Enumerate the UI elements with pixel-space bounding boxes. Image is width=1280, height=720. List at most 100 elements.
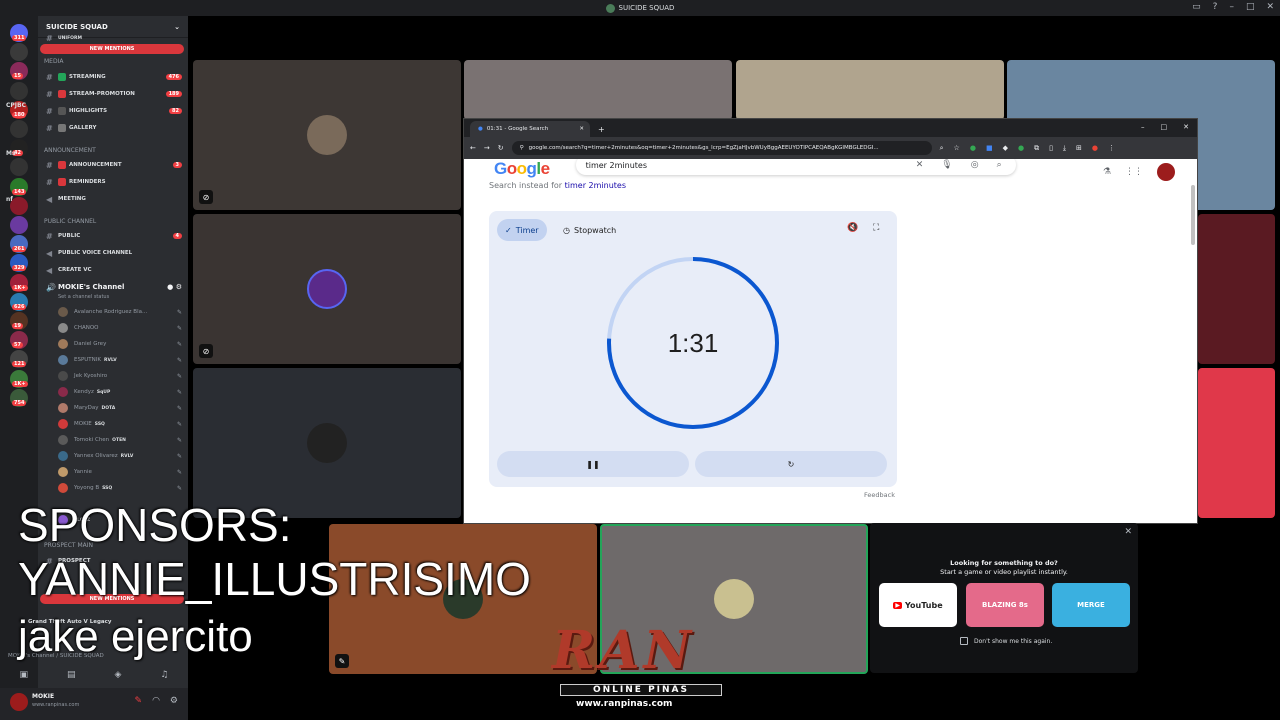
video-tile[interactable] — [193, 368, 461, 518]
channel-item[interactable]: # GALLERY — [46, 121, 182, 135]
reload-icon[interactable]: ↻ — [498, 144, 504, 152]
voice-user[interactable]: CHANOO ✎ — [58, 321, 182, 335]
video-tile[interactable] — [464, 60, 732, 120]
server-icon[interactable] — [10, 43, 28, 62]
channel-item[interactable]: # REMINDERS — [46, 175, 182, 189]
video-tile[interactable] — [736, 60, 1004, 120]
channel-uniform[interactable]: # UNIFORM — [46, 34, 182, 43]
profile-icon[interactable]: ● — [1092, 144, 1098, 153]
tab-timer[interactable]: ✓ Timer — [497, 219, 547, 241]
server-label[interactable]: CPJBC — [6, 102, 26, 109]
channel-item[interactable]: # STREAM-PROMOTION 189 — [46, 87, 182, 101]
video-tile[interactable] — [1198, 214, 1275, 364]
forward-icon[interactable]: → — [484, 144, 490, 152]
apps-icon[interactable]: ⋮⋮ — [1125, 167, 1143, 177]
server-icon[interactable] — [10, 81, 28, 100]
server-icon[interactable] — [10, 120, 28, 138]
voice-user[interactable]: MOKIE SSQ ✎ — [58, 417, 182, 431]
server-label[interactable]: nf — [6, 196, 13, 203]
tab-stopwatch[interactable]: ◷ Stopwatch — [555, 219, 624, 241]
grid-icon[interactable]: ⊞ — [1076, 144, 1082, 153]
game-card-blazing[interactable]: BLAZING 8s — [966, 583, 1044, 627]
game-card-merge[interactable]: MERGE — [1052, 583, 1130, 627]
screen-share-icon[interactable]: ▤ — [67, 670, 76, 680]
avatar[interactable] — [1157, 163, 1175, 181]
voice-user[interactable]: Yannex Olivarez RVLV ✎ — [58, 449, 182, 463]
extension-icon[interactable]: ● — [1018, 144, 1024, 153]
voice-user[interactable]: Tomoki Chen OTEN ✎ — [58, 433, 182, 447]
channel-item[interactable]: ◀ PUBLIC VOICE CHANNEL — [46, 246, 182, 260]
pause-button[interactable]: ❚❚ — [497, 451, 689, 477]
voice-user[interactable]: Kendyz SqUP ✎ — [58, 385, 182, 399]
soundboard-icon[interactable]: ♫ — [160, 670, 168, 680]
category-media[interactable]: MEDIA — [44, 58, 63, 65]
extension-icon[interactable]: ◆ — [1003, 144, 1008, 153]
server-icon[interactable] — [10, 158, 28, 177]
close-tab-icon[interactable]: ✕ — [579, 126, 584, 132]
channel-item[interactable]: # ANNOUNCEMENT 3 — [46, 158, 182, 172]
new-mentions-top[interactable]: NEW MENTIONS — [40, 44, 184, 54]
search-icon[interactable]: ⌕ — [997, 160, 1002, 170]
voice-user[interactable]: Avalanche Rodriguez Bla... ✎ — [58, 305, 182, 319]
extension-icon[interactable]: ■ — [986, 144, 993, 153]
camera-off-icon[interactable]: ▣ — [19, 670, 28, 680]
extension-icon[interactable]: ● — [970, 144, 976, 153]
puzzle-icon[interactable]: ⧉ — [1034, 144, 1039, 153]
channel-item[interactable]: ◀ CREATE VC — [46, 263, 182, 277]
sound-off-icon[interactable]: 🔇 — [847, 223, 858, 233]
scrollbar[interactable] — [1191, 185, 1195, 245]
voice-user[interactable]: Daniel Grey ✎ — [58, 337, 182, 351]
site-info-icon[interactable]: ⚲ — [520, 145, 524, 151]
google-logo[interactable]: Google — [494, 159, 550, 179]
back-icon[interactable]: ← — [470, 144, 476, 152]
search-box[interactable]: timer 2minutes ✕ 🎙 ◎ ⌕ — [576, 159, 1016, 175]
voice-user[interactable]: Yannie ✎ — [58, 465, 182, 479]
video-tile[interactable]: ⊘ — [193, 214, 461, 364]
voice-user[interactable]: Yoyong B SSQ ✎ — [58, 481, 182, 495]
close-button[interactable]: ✕ — [1266, 2, 1274, 12]
close-icon[interactable]: ✕ — [1124, 527, 1132, 537]
reset-button[interactable]: ↻ — [695, 451, 887, 477]
category-announcement[interactable]: ANNOUNCEMENT — [44, 147, 96, 154]
headset-icon[interactable]: ◠ — [152, 696, 160, 706]
voice-channel-mokie[interactable]: 🔊 MOKIE's Channel ● ⚙ — [46, 280, 182, 294]
activity-icon[interactable]: ◈ — [114, 670, 121, 680]
minimize-button[interactable]: – — [1229, 2, 1234, 12]
video-tile[interactable] — [1198, 368, 1275, 518]
channel-item[interactable]: # PUBLIC 4 — [46, 229, 182, 243]
maximize-button[interactable]: □ — [1161, 123, 1168, 131]
help-icon[interactable]: ? — [1213, 2, 1218, 12]
maximize-button[interactable]: □ — [1246, 2, 1255, 12]
download-icon[interactable]: ⤓ — [1063, 144, 1066, 153]
search-input[interactable]: timer 2minutes — [586, 161, 647, 170]
channel-item[interactable]: ◀ MEETING — [46, 192, 182, 206]
close-button[interactable]: ✕ — [1183, 123, 1189, 131]
server-label[interactable]: Ms — [6, 150, 16, 157]
mic-icon[interactable]: 🎙 — [941, 160, 952, 170]
fullscreen-icon[interactable]: ⛶ — [873, 223, 879, 233]
mic-muted-icon[interactable]: ✎ — [135, 696, 143, 706]
labs-icon[interactable]: ⚗ — [1103, 167, 1111, 177]
menu-icon[interactable]: ⋮ — [1108, 144, 1115, 153]
category-public[interactable]: PUBLIC CHANNEL — [44, 218, 96, 225]
feedback-link[interactable]: Feedback — [864, 491, 895, 499]
voice-user[interactable]: ESPUTNIK RVLV ✎ — [58, 353, 182, 367]
voice-user[interactable]: Jek Kyoshiro ✎ — [58, 369, 182, 383]
server-icon[interactable] — [10, 216, 28, 234]
dont-show-checkbox[interactable] — [960, 637, 968, 645]
clear-icon[interactable]: ✕ — [916, 160, 924, 170]
lens-icon[interactable]: ◎ — [971, 160, 979, 170]
sidepanel-icon[interactable]: ▯ — [1049, 144, 1053, 153]
chat-icon[interactable]: ● ⚙ — [167, 283, 182, 291]
channel-item[interactable]: # HIGHLIGHTS 82 — [46, 104, 182, 118]
search-instead-link[interactable]: timer 2minutes — [565, 181, 626, 190]
zoom-icon[interactable]: ⌕ — [940, 144, 944, 153]
browser-tab[interactable]: ● 01:31 - Google Search ✕ — [470, 121, 590, 137]
address-bar[interactable]: ⚲ google.com/search?q=timer+2minutes&oq=… — [511, 141, 932, 155]
video-tile[interactable]: ⊘ — [193, 60, 461, 210]
inbox-icon[interactable]: ▭ — [1192, 2, 1201, 12]
gear-icon[interactable]: ⚙ — [170, 696, 178, 706]
new-tab-button[interactable]: + — [598, 125, 605, 134]
voice-user[interactable]: MaryDay DOTA ✎ — [58, 401, 182, 415]
channel-item[interactable]: # STREAMING 476 — [46, 70, 182, 84]
